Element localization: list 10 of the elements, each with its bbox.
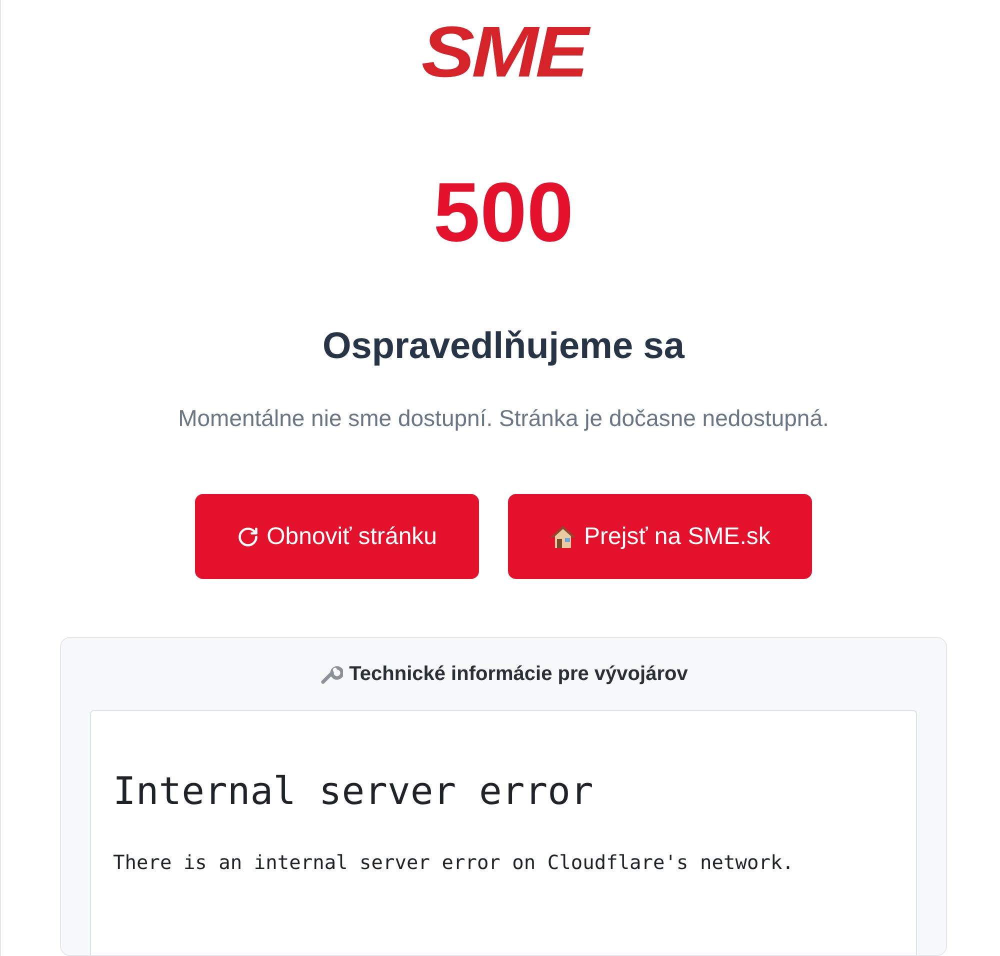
panel-title: Technické informácie pre vývojárov <box>349 662 688 686</box>
error-code: 500 <box>433 170 574 254</box>
reload-icon <box>236 526 259 548</box>
error-message: Momentálne nie sme dostupní. Stránka je dočasne nedostupná. <box>178 404 829 434</box>
details-text: There is an internal server error on Cloudflare's network. <box>113 851 795 874</box>
reload-button[interactable]: Obnoviť stránku <box>194 494 480 580</box>
details-heading: Internal server error <box>113 769 594 814</box>
home-button[interactable]: Prejsť na SME.sk <box>508 494 812 580</box>
error-title: Ospravedlňujeme sa <box>322 324 684 368</box>
house-icon <box>550 524 576 550</box>
